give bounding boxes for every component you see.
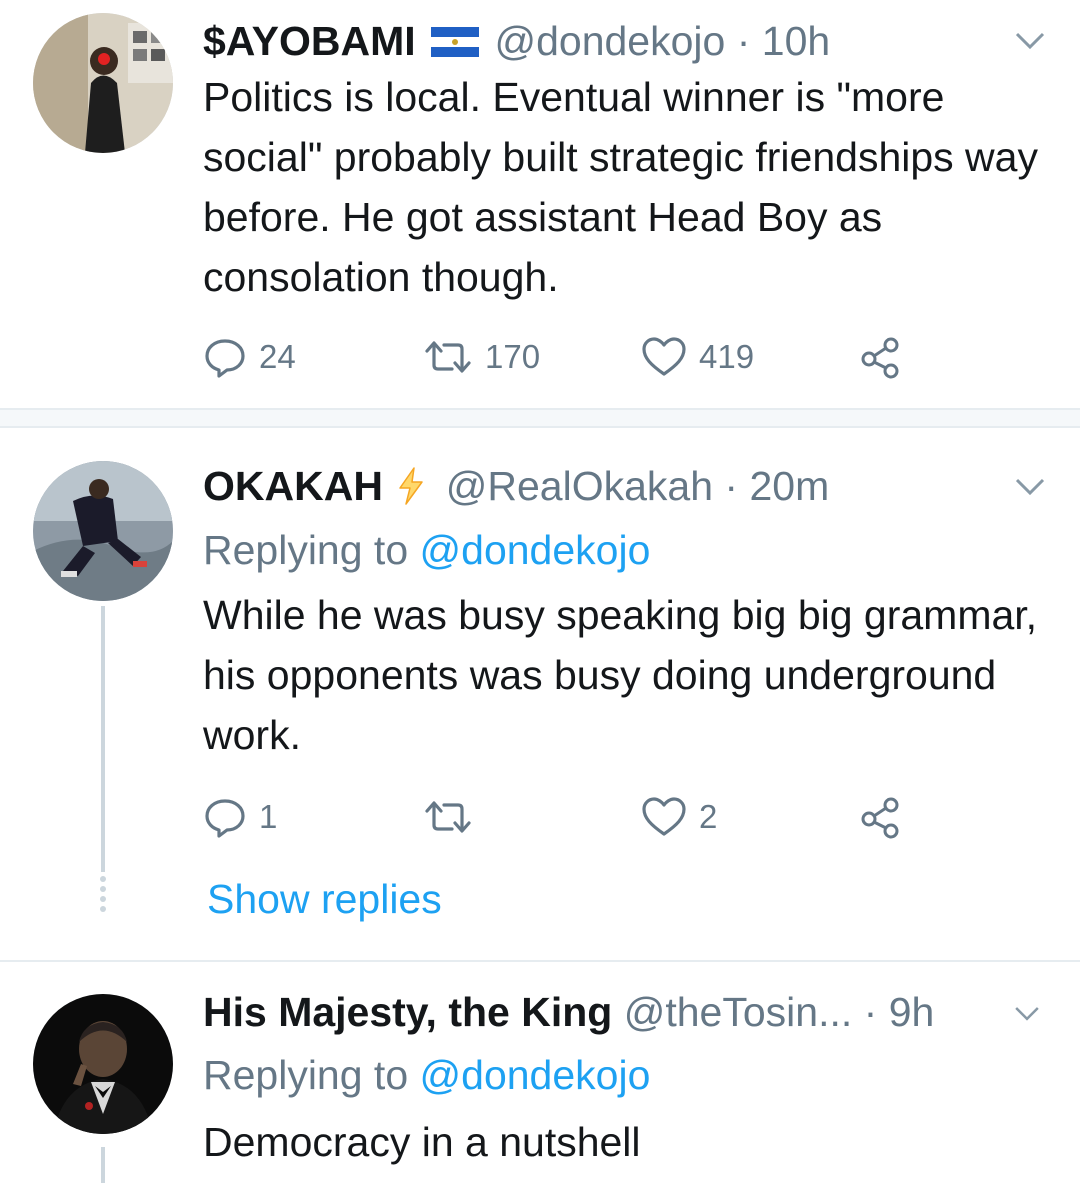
retweet-button[interactable]	[423, 792, 485, 842]
el-salvador-flag-icon	[431, 27, 480, 57]
tweet-text: Democracy in a nutshell	[203, 1119, 641, 1165]
share-icon	[861, 337, 899, 379]
separator-dot: ·	[863, 989, 878, 1035]
thread-line	[101, 1147, 105, 1183]
like-button[interactable]: 2	[641, 792, 717, 842]
chevron-down-icon[interactable]	[1012, 22, 1048, 58]
user-handle[interactable]: @RealOkakah	[446, 463, 713, 509]
avatar[interactable]	[33, 461, 173, 601]
reply-count: 1	[259, 798, 278, 835]
replying-to: Replying to @dondekojo	[203, 1051, 650, 1099]
chevron-down-icon[interactable]	[1012, 998, 1042, 1028]
show-replies-link[interactable]: Show replies	[207, 876, 442, 923]
reply-icon	[205, 799, 245, 838]
reply-mention-link[interactable]: @dondekojo	[420, 1052, 651, 1098]
tweet-header: $AYOBAMI @dondekojo · 10h	[203, 17, 830, 65]
separator-dot: ·	[736, 18, 751, 64]
tweet-header: His Majesty, the King @theTosin... · 9h	[203, 988, 934, 1036]
like-button[interactable]: 419	[641, 332, 754, 382]
avatar[interactable]	[33, 994, 173, 1134]
share-button[interactable]	[859, 332, 903, 382]
heart-icon	[642, 797, 686, 836]
retweet-icon	[425, 341, 471, 373]
retweet-count: 170	[485, 338, 541, 375]
thread-line	[101, 606, 105, 872]
retweet-button[interactable]: 170	[423, 332, 540, 382]
reply-button[interactable]: 1	[203, 792, 277, 842]
chevron-down-icon[interactable]	[1012, 468, 1048, 504]
tweet-actions: 1 2	[203, 792, 923, 842]
share-button[interactable]	[859, 792, 903, 842]
replying-to-label: Replying to	[203, 527, 409, 573]
tweet-header: OKAKAH @RealOkakah · 20m	[203, 462, 829, 510]
tweet-2[interactable]: OKAKAH @RealOkakah · 20m Replying to @do…	[0, 428, 1080, 960]
display-name[interactable]: $AYOBAMI	[203, 18, 416, 64]
timestamp[interactable]: 20m	[749, 463, 829, 509]
reply-button[interactable]: 24	[203, 332, 296, 382]
tweet-text: Politics is local. Eventual winner is "m…	[203, 74, 1038, 300]
lightning-bolt-icon	[399, 467, 424, 505]
reply-count: 24	[259, 338, 296, 375]
tweet-3[interactable]: His Majesty, the King @theTosin... · 9h …	[0, 962, 1080, 1183]
replying-to-label: Replying to	[203, 1052, 409, 1098]
display-name[interactable]: His Majesty, the King	[203, 989, 612, 1035]
reply-icon	[205, 339, 245, 378]
thread-dots	[98, 876, 108, 916]
tweet-1[interactable]: $AYOBAMI @dondekojo · 10h Politics is lo…	[0, 0, 1080, 410]
replying-to: Replying to @dondekojo	[203, 526, 650, 574]
user-handle[interactable]: @dondekojo	[494, 18, 725, 64]
reply-mention-link[interactable]: @dondekojo	[420, 527, 651, 573]
tweet-text: While he was busy speaking big big gramm…	[203, 592, 1038, 758]
like-count: 2	[699, 798, 718, 835]
share-icon	[861, 797, 899, 839]
avatar[interactable]	[33, 13, 173, 153]
heart-icon	[642, 337, 686, 376]
separator-dot: ·	[724, 463, 739, 509]
user-handle[interactable]: @theTosin...	[624, 989, 853, 1035]
timestamp[interactable]: 9h	[889, 989, 935, 1035]
tweet-actions: 24 170 419	[203, 332, 923, 382]
timestamp[interactable]: 10h	[762, 18, 830, 64]
retweet-icon	[425, 801, 471, 833]
godfather-portrait-avatar	[33, 994, 173, 1134]
person-sitting-on-rock-avatar	[33, 461, 173, 601]
section-gap	[0, 410, 1080, 426]
display-name[interactable]: OKAKAH	[203, 463, 383, 509]
person-in-hallway-avatar	[33, 13, 173, 153]
like-count: 419	[699, 338, 755, 375]
